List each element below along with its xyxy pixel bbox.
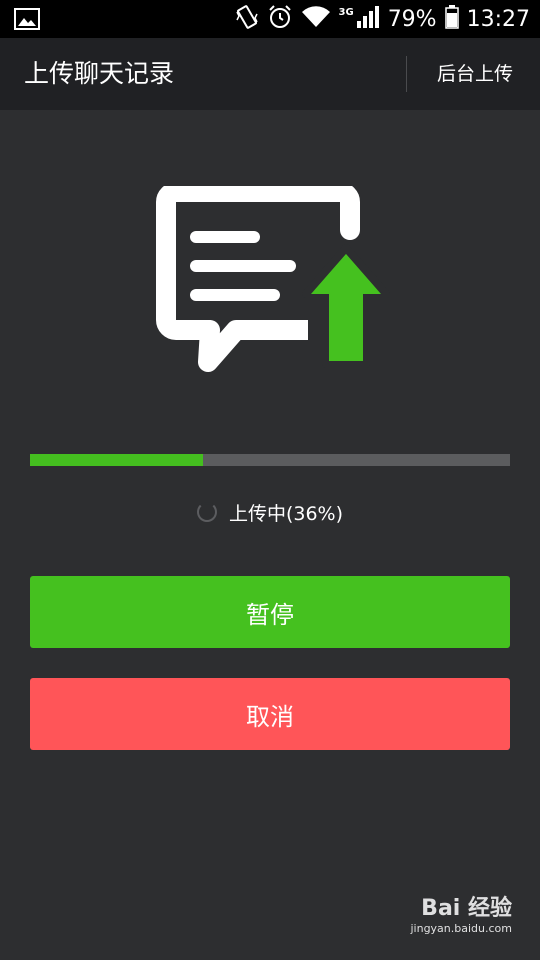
upload-status-text: 上传中(36%) — [228, 502, 344, 525]
upload-status: 上传中(36%) — [0, 496, 540, 528]
battery-icon — [444, 5, 459, 33]
background-upload-button[interactable]: 后台上传 — [420, 38, 530, 110]
pause-button[interactable]: 暂停 — [30, 576, 510, 648]
title-divider — [406, 56, 407, 92]
loading-spinner-icon — [196, 502, 217, 522]
gallery-icon — [14, 8, 40, 34]
battery-percent: 79% — [387, 6, 437, 32]
status-bar: 3G 79% 13:27 — [0, 0, 540, 38]
signal-icon — [356, 5, 380, 33]
watermark-logo: Bai 经验 — [421, 896, 512, 921]
page-title: 上传聊天记录 — [24, 59, 175, 88]
cancel-button[interactable]: 取消 — [30, 678, 510, 750]
watermark-url: jingyan.baidu.com — [410, 922, 512, 935]
chat-upload-icon — [150, 182, 390, 380]
wifi-icon — [301, 5, 331, 33]
alarm-icon — [267, 4, 293, 34]
clock: 13:27 — [466, 6, 530, 32]
vibrate-icon — [235, 4, 259, 34]
upload-progress-fill — [30, 454, 203, 466]
baidu-jingyan-watermark: Bai 经验 jingyan.baidu.com — [410, 896, 512, 936]
network-type: 3G — [338, 6, 354, 18]
upload-progress-bar — [30, 454, 510, 466]
title-bar: 上传聊天记录 后台上传 — [0, 38, 540, 110]
